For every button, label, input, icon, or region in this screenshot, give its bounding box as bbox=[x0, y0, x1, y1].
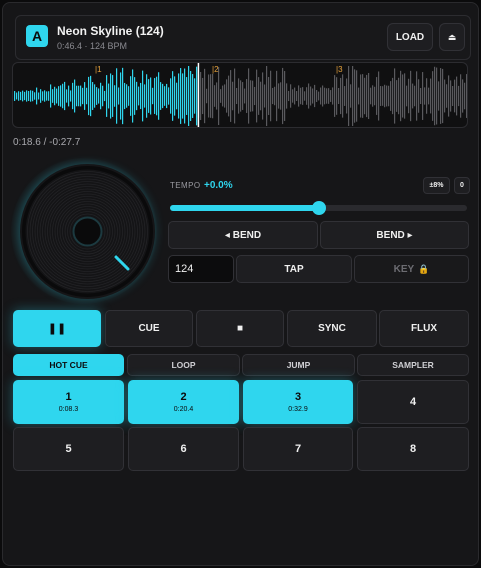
jog-hub bbox=[72, 216, 103, 247]
pad-number: 8 bbox=[409, 443, 417, 455]
waveform-graphic: |1 |2 |3 bbox=[14, 63, 467, 127]
bpm-input[interactable] bbox=[168, 255, 234, 283]
hot-cue-pad-5[interactable]: 5 bbox=[13, 427, 124, 471]
pad-number: 1 bbox=[65, 391, 72, 403]
pad-number: 6 bbox=[180, 443, 187, 455]
key-lock-button: KEY 🔒 bbox=[354, 255, 469, 283]
pause-icon: ❚❚ bbox=[47, 323, 67, 335]
tempo-range-button[interactable]: ±8% bbox=[423, 177, 450, 194]
cue-marker-3: |3 bbox=[336, 65, 343, 74]
pad-number: 4 bbox=[409, 396, 417, 408]
time-readout: 0:18.6 / -0:27.7 bbox=[13, 137, 81, 148]
tempo-value: +0.0% bbox=[204, 180, 233, 191]
pad-number: 5 bbox=[65, 443, 72, 455]
tempo-slider-fill bbox=[170, 205, 319, 211]
load-button[interactable]: LOAD bbox=[387, 23, 433, 51]
track-meta: 0:46.4 · 124 BPM bbox=[57, 41, 128, 51]
hot-cue-pad-7[interactable]: 7 bbox=[243, 427, 353, 471]
hot-cue-pad-6[interactable]: 6 bbox=[128, 427, 239, 471]
pad-number: 2 bbox=[180, 391, 187, 403]
pad-cue-time: 0:20.4 bbox=[173, 406, 194, 413]
key-label: KEY bbox=[393, 263, 415, 275]
play-pause-button[interactable]: ❚❚ bbox=[13, 310, 101, 347]
lock-icon: 🔒 bbox=[418, 263, 430, 274]
tab-loop[interactable]: LOOP bbox=[127, 354, 240, 376]
tempo-slider-thumb[interactable] bbox=[311, 201, 326, 215]
track-title: Neon Skyline (124) bbox=[57, 24, 164, 38]
hot-cue-pad-1[interactable]: 1 0:08.3 bbox=[13, 380, 124, 424]
pad-cue-time: 0:08.3 bbox=[58, 406, 79, 413]
sync-button[interactable]: SYNC bbox=[287, 310, 377, 347]
pitch-bend-up-button[interactable]: BEND ▸ bbox=[320, 221, 469, 249]
pitch-bend-down-button[interactable]: ◂ BEND bbox=[168, 221, 318, 249]
tempo-reset-button[interactable]: 0 bbox=[454, 177, 470, 194]
hot-cue-pad-2[interactable]: 2 0:20.4 bbox=[128, 380, 239, 424]
jog-platter-graphic bbox=[25, 169, 150, 294]
eject-button[interactable]: ⏏ bbox=[439, 23, 465, 51]
stop-icon: ■ bbox=[236, 323, 244, 334]
tab-sampler[interactable]: SAMPLER bbox=[357, 354, 469, 376]
cue-marker-1: |1 bbox=[95, 65, 102, 74]
cue-marker-2: |2 bbox=[212, 65, 219, 74]
pad-number: 7 bbox=[294, 443, 302, 455]
hot-cue-pad-8[interactable]: 8 bbox=[357, 427, 469, 471]
cue-button[interactable]: CUE bbox=[105, 310, 193, 347]
deck-badge: A bbox=[26, 25, 48, 47]
hot-cue-pad-4[interactable]: 4 bbox=[357, 380, 469, 424]
pad-number: 3 bbox=[294, 391, 302, 403]
tempo-slider[interactable] bbox=[170, 201, 467, 215]
eject-icon: ⏏ bbox=[447, 31, 457, 42]
jog-wheel[interactable] bbox=[20, 164, 155, 299]
playhead bbox=[197, 63, 200, 127]
tab-hot-cue[interactable]: HOT CUE bbox=[13, 354, 124, 376]
hot-cue-pad-3[interactable]: 3 0:32.9 bbox=[243, 380, 353, 424]
tempo-label: TEMPO bbox=[170, 181, 201, 190]
pad-cue-time: 0:32.9 bbox=[288, 406, 308, 413]
stop-button[interactable]: ■ bbox=[196, 310, 284, 347]
flux-button[interactable]: FLUX bbox=[379, 310, 469, 347]
tap-tempo-button[interactable]: TAP bbox=[236, 255, 352, 283]
track-header: A Neon Skyline (124) 0:46.4 · 124 BPM LO… bbox=[15, 15, 471, 60]
tab-jump[interactable]: JUMP bbox=[242, 354, 355, 376]
waveform-display[interactable]: |1 |2 |3 bbox=[12, 62, 468, 128]
